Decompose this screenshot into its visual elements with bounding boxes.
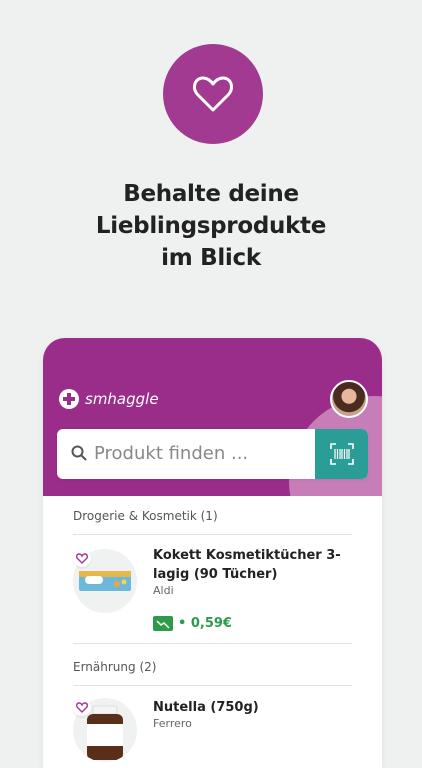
search-icon [71,445,87,461]
product-store: Aldi [153,584,174,597]
favorite-toggle[interactable] [73,549,91,567]
product-store: Ferrero [153,717,192,730]
logo-text: smhaggle [85,390,159,408]
product-price: • 0,59€ [178,616,232,631]
headline-line-3: im Blick [161,245,261,271]
divider [73,643,352,644]
app-logo: smhaggle [59,389,159,409]
headline-line-1: Behalte deine [123,181,299,207]
trend-down-icon [153,616,173,631]
barcode-scan-icon [329,443,354,465]
favorites-heart-badge [163,44,263,144]
divider [73,534,352,535]
plus-logo-icon [59,389,79,409]
divider [73,685,352,686]
app-header: smhaggle Produkt finden ... [43,338,382,496]
product-name[interactable]: Kokett Kosmetiktücher 3-lagig (90 Tücher… [153,546,353,584]
avatar[interactable] [330,380,368,418]
favorite-toggle[interactable] [73,698,91,716]
heart-icon [76,701,88,713]
search-input[interactable]: Produkt finden ... [94,443,248,464]
section-title-ernaehrung: Ernährung (2) [73,660,157,674]
section-title-drogerie: Drogerie & Kosmetik (1) [73,509,218,523]
phone-mockup: smhaggle Produkt finden ... Drogerie & K… [43,338,382,768]
headline: Behalte deine Lieblingsprodukte im Blick [0,178,422,274]
heart-icon [193,76,233,112]
price-info: • 0,59€ [153,616,232,631]
search-bar[interactable]: Produkt finden ... [57,429,368,479]
barcode-scan-button[interactable] [315,429,368,479]
heart-icon [76,552,88,564]
product-name[interactable]: Nutella (750g) [153,698,353,717]
headline-line-2: Lieblingsprodukte [95,213,327,239]
